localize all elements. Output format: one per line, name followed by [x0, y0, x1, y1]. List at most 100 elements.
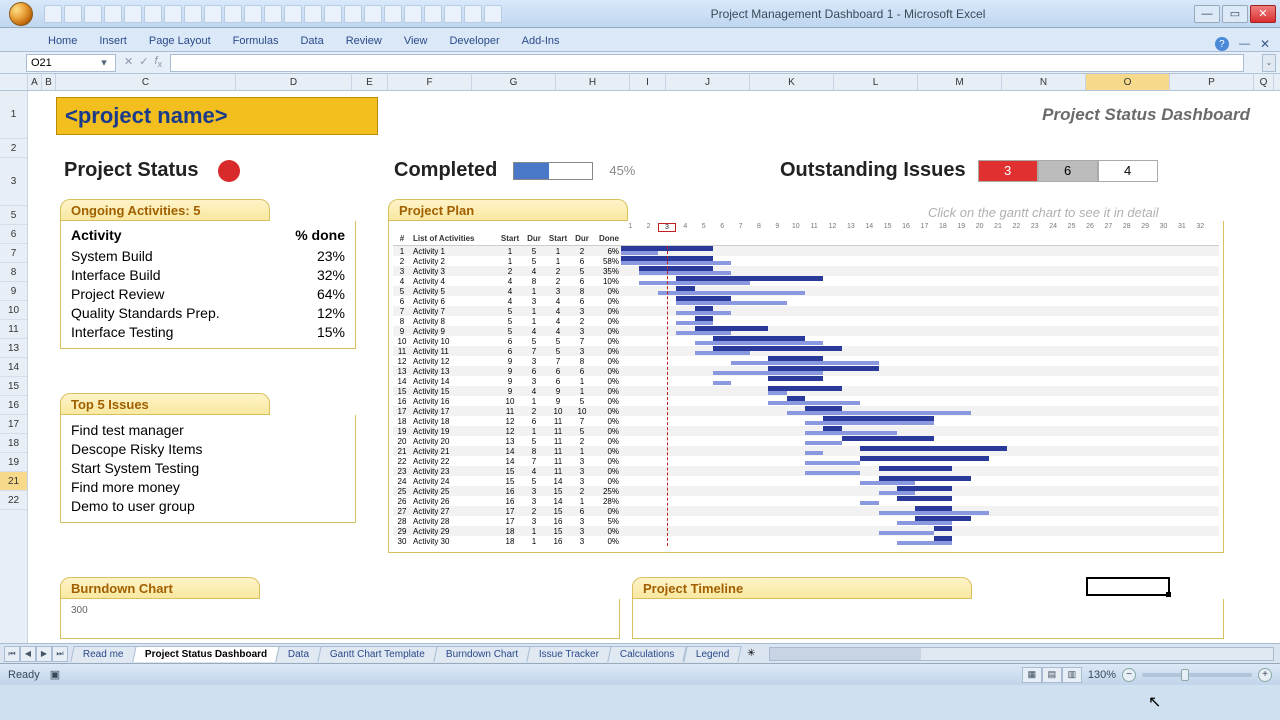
fill-handle[interactable]: [1166, 592, 1171, 597]
ribbon-tab-view[interactable]: View: [402, 31, 430, 51]
sheet-tab-legend[interactable]: Legend: [683, 646, 742, 662]
doc-close-icon[interactable]: ✕: [1260, 37, 1270, 51]
col-header-K[interactable]: K: [750, 74, 834, 90]
minimize-button[interactable]: —: [1194, 5, 1220, 23]
zoom-out-button[interactable]: −: [1122, 668, 1136, 682]
project-name-cell[interactable]: <project name>: [56, 97, 378, 135]
name-box[interactable]: O21 ▾: [26, 54, 116, 72]
sheet-tab-gantt-chart-template[interactable]: Gantt Chart Template: [317, 646, 437, 662]
tab-nav-first-icon[interactable]: ⏮: [4, 646, 20, 662]
tab-nav-next-icon[interactable]: ▶: [36, 646, 52, 662]
ribbon-minimize-icon[interactable]: —: [1239, 38, 1250, 50]
col-header-N[interactable]: N: [1002, 74, 1086, 90]
qat-btn[interactable]: [364, 5, 382, 23]
col-header-A[interactable]: A: [28, 74, 42, 90]
col-header-C[interactable]: C: [56, 74, 236, 90]
qat-save-icon[interactable]: [44, 5, 62, 23]
sheet-tab-burndown-chart[interactable]: Burndown Chart: [433, 646, 531, 662]
ribbon-tab-insert[interactable]: Insert: [97, 31, 129, 51]
qat-btn[interactable]: [224, 5, 242, 23]
qat-redo-icon[interactable]: [84, 5, 102, 23]
worksheet[interactable]: <project name> Project Status Dashboard …: [28, 91, 1280, 643]
row-header-17[interactable]: 17: [0, 415, 27, 434]
sheet-tab-read-me[interactable]: Read me: [70, 646, 136, 662]
formula-input[interactable]: [170, 54, 1244, 72]
row-header-13[interactable]: 13: [0, 339, 27, 358]
row-header-9[interactable]: 9: [0, 282, 27, 301]
ribbon-tab-review[interactable]: Review: [344, 31, 384, 51]
qat-btn[interactable]: [344, 5, 362, 23]
row-header-16[interactable]: 16: [0, 396, 27, 415]
col-header-D[interactable]: D: [236, 74, 352, 90]
row-header-10[interactable]: 10: [0, 301, 27, 320]
col-header-J[interactable]: J: [666, 74, 750, 90]
view-layout-icon[interactable]: ▤: [1042, 667, 1062, 683]
maximize-button[interactable]: ▭: [1222, 5, 1248, 23]
view-normal-icon[interactable]: ▦: [1022, 667, 1042, 683]
fx-icon[interactable]: fx: [154, 55, 162, 69]
sheet-tab-calculations[interactable]: Calculations: [607, 646, 687, 662]
row-header-22[interactable]: 22: [0, 491, 27, 510]
qat-btn[interactable]: [324, 5, 342, 23]
qat-btn[interactable]: [164, 5, 182, 23]
ribbon-tab-formulas[interactable]: Formulas: [231, 31, 281, 51]
col-header-P[interactable]: P: [1170, 74, 1254, 90]
name-box-dropdown-icon[interactable]: ▾: [97, 56, 111, 69]
row-header-8[interactable]: 8: [0, 263, 27, 282]
zoom-slider[interactable]: [1142, 673, 1252, 677]
formula-expand-icon[interactable]: ⌄: [1262, 54, 1276, 72]
qat-btn[interactable]: [244, 5, 262, 23]
new-sheet-icon[interactable]: ✳: [739, 648, 763, 659]
enter-icon[interactable]: ✓: [139, 55, 148, 69]
view-pagebreak-icon[interactable]: ▥: [1062, 667, 1082, 683]
col-header-E[interactable]: E: [352, 74, 388, 90]
row-header-15[interactable]: 15: [0, 377, 27, 396]
ribbon-tab-page-layout[interactable]: Page Layout: [147, 31, 213, 51]
row-header-6[interactable]: 6: [0, 225, 27, 244]
qat-btn[interactable]: [384, 5, 402, 23]
close-button[interactable]: ✕: [1250, 5, 1276, 23]
col-header-Q[interactable]: Q: [1254, 74, 1274, 90]
row-header-11[interactable]: 11: [0, 320, 27, 339]
qat-btn[interactable]: [264, 5, 282, 23]
col-header-G[interactable]: G: [472, 74, 556, 90]
ribbon-tab-home[interactable]: Home: [46, 31, 79, 51]
office-button[interactable]: [4, 0, 38, 28]
qat-btn[interactable]: [424, 5, 442, 23]
tab-nav-last-icon[interactable]: ⏭: [52, 646, 68, 662]
zoom-in-button[interactable]: +: [1258, 668, 1272, 682]
tab-nav-prev-icon[interactable]: ◀: [20, 646, 36, 662]
qat-btn[interactable]: [304, 5, 322, 23]
row-header-3[interactable]: 3: [0, 158, 27, 206]
col-header-H[interactable]: H: [556, 74, 630, 90]
ribbon-tab-data[interactable]: Data: [298, 31, 325, 51]
cancel-icon[interactable]: ✕: [124, 55, 133, 69]
qat-btn[interactable]: [144, 5, 162, 23]
col-header-I[interactable]: I: [630, 74, 666, 90]
row-headers[interactable]: 123567891011131415161718192122: [0, 91, 28, 643]
qat-undo-icon[interactable]: [64, 5, 82, 23]
col-header-O[interactable]: O: [1086, 74, 1170, 90]
zoom-level[interactable]: 130%: [1088, 669, 1116, 681]
selected-cell[interactable]: [1086, 577, 1170, 596]
row-header-7[interactable]: 7: [0, 244, 27, 263]
qat-btn[interactable]: [484, 5, 502, 23]
row-header-5[interactable]: 5: [0, 206, 27, 225]
qat-btn[interactable]: [124, 5, 142, 23]
row-header-1[interactable]: 1: [0, 91, 27, 139]
row-header-18[interactable]: 18: [0, 434, 27, 453]
qat-btn[interactable]: [204, 5, 222, 23]
row-header-19[interactable]: 19: [0, 453, 27, 472]
row-header-21[interactable]: 21: [0, 472, 27, 491]
qat-btn[interactable]: [104, 5, 122, 23]
qat-btn[interactable]: [284, 5, 302, 23]
select-all-button[interactable]: [0, 74, 28, 90]
column-headers[interactable]: ABCDEFGHIJKLMNOPQ: [0, 74, 1280, 91]
col-header-F[interactable]: F: [388, 74, 472, 90]
qat-btn[interactable]: [404, 5, 422, 23]
gantt-panel[interactable]: Project Plan 123456789101112131415161718…: [388, 199, 1224, 553]
row-header-14[interactable]: 14: [0, 358, 27, 377]
help-icon[interactable]: ?: [1215, 37, 1229, 51]
macro-record-icon[interactable]: ▣: [50, 668, 60, 681]
qat-btn[interactable]: [464, 5, 482, 23]
